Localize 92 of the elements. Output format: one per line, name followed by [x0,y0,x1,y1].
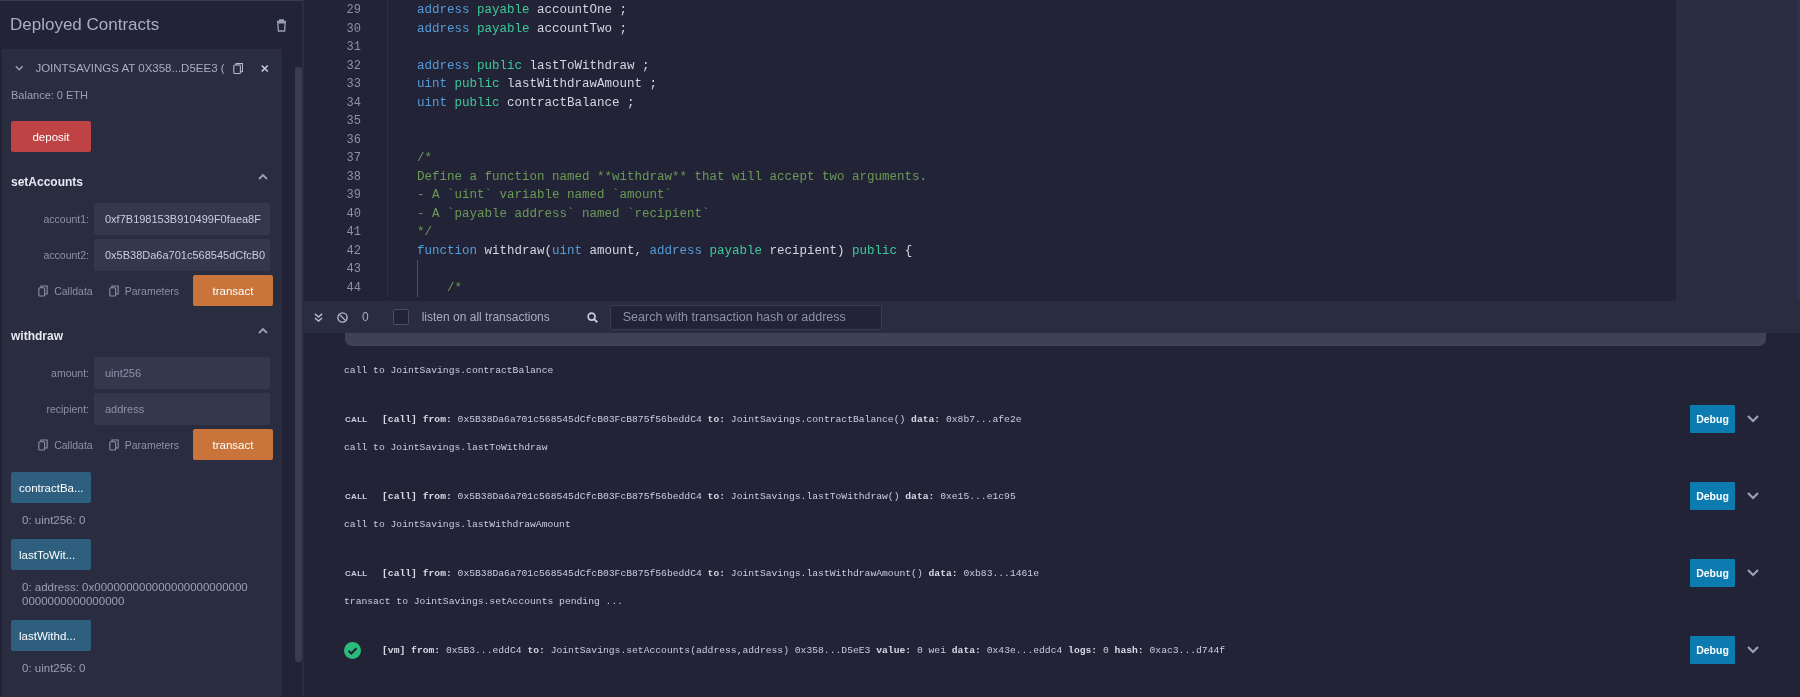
line-number: 35 [345,114,361,129]
line-number: 32 [345,58,361,73]
parameter-label: recipient: [45,403,90,415]
copy-link[interactable]: Calldata [34,284,97,297]
code-line: - A `uint` variable named `amount` [417,188,673,203]
line-number: 29 [345,3,361,18]
log-message: call to JointSavings.lastToWithdraw [344,441,549,455]
line-number: 37 [345,151,361,166]
function-button[interactable]: contractBa... [11,472,91,503]
log-message: call to JointSavings.contractBalance [344,364,555,378]
line-number: 33 [345,77,361,92]
code-line: address public lastToWithdraw ; [417,58,650,73]
line-number: 43 [345,262,361,277]
function-button[interactable]: lastToWit... [11,539,91,570]
chevron-icon[interactable] [15,65,24,71]
code-line: function withdraw(uint amount, address payable recipient) public { [417,243,913,258]
checkbox[interactable] [392,309,409,325]
caret-icon[interactable] [258,174,268,180]
balance-text: Balance: 0 ETH [11,89,90,103]
trash-icon[interactable] [276,18,287,32]
scrollbar[interactable] [295,67,302,662]
debug-button[interactable]: Debug [1690,559,1735,587]
debug-button[interactable]: Debug [1690,405,1735,433]
call-label: CALL [345,414,368,424]
copy-icon [108,438,119,451]
line-number: 39 [345,188,361,203]
success-check-icon [344,641,361,659]
checkbox-label: listen on all transactions [421,310,550,324]
close-icon[interactable] [261,63,269,73]
debug-button[interactable]: Debug [1690,482,1735,510]
transaction-details: [call] from: 0x5B38Da6a701c568545dCfcB03FcB875f56beddC4 to: JointSavings.lastToWithdraw() data: 0xe15...e1c95 [382,490,1017,502]
line-number: 41 [345,225,361,240]
line-number: 40 [345,206,361,221]
pending-count: 0 [362,310,369,324]
copy-link[interactable]: Parameters [104,284,183,297]
call-label: CALL [345,491,368,501]
caret-icon[interactable] [258,328,268,334]
chevron-icon[interactable] [1747,646,1759,654]
copy-icon [108,284,119,297]
function-button[interactable]: deposit [11,121,91,152]
copy-icon [38,284,49,297]
code-line: Define a function named **withdraw** that will accept two arguments. [417,169,928,184]
function-button[interactable]: lastWithd... [11,620,91,651]
code-line: uint public lastWithdrawAmount ; [417,77,658,92]
call-label: CALL [345,568,368,578]
transaction-details: [call] from: 0x5B38Da6a701c568545dCfcB03FcB875f56beddC4 to: JointSavings.lastWithdrawAmount() data: 0xb83...1461e [382,567,1040,579]
line-number: 44 [345,280,361,295]
call-result: 0: uint256: 0 [22,513,87,527]
line-number: 31 [345,40,361,55]
clear-icon[interactable] [337,311,348,323]
copy-icon [38,438,49,451]
log-message: transact to JointSavings.setAccounts pending ... [344,595,625,609]
search-icon [586,311,598,323]
code-line: - A `payable address` named `recipient` [417,206,710,221]
panel-title: Deployed Contracts [10,15,160,35]
transaction-details: [call] from: 0x5B38Da6a701c568545dCfcB03FcB875f56beddC4 to: JointSavings.contractBalance() data: 0x8b7...afe2e [382,413,1023,425]
line-number: 34 [345,95,361,110]
input-field[interactable]: address [94,393,270,425]
code-line: address payable accountOne ; [417,3,628,18]
input-field[interactable]: 0x5B38Da6a701c568545dCfcB0 [94,239,270,271]
parameter-label: amount: [50,367,90,379]
copy-icon[interactable] [232,60,244,76]
code-line: */ [417,225,432,240]
input-field[interactable]: uint256 [94,357,270,389]
line-number: 42 [345,243,361,258]
copy-link[interactable]: Calldata [34,438,97,451]
search-field[interactable]: Search with transaction hash or address [609,304,882,330]
code-line: /* [417,151,432,166]
function-name: setAccounts [11,175,84,189]
chevron-icon[interactable] [1747,492,1759,500]
transact-button[interactable]: transact [193,429,273,460]
function-name: withdraw [11,329,63,343]
call-result: 0: address: 0x0000000000000000000000000000000000000000 [22,580,249,608]
transaction-details: [vm] from: 0x5B3...eddC4 to: JointSavings.setAccounts(address,address) 0x358...D5eE3 value: 0 wei data: 0x43e...eddc4 logs: 0 hash: 0xac3...d744f [382,644,1227,656]
log-message: call to JointSavings.lastWithdrawAmount [344,518,572,532]
code-line: address payable accountTwo ; [417,21,628,36]
transact-button[interactable]: transact [193,275,273,306]
contract-title: JOINTSAVINGS AT 0X358...D5EE3 ( [35,62,225,74]
code-line: uint public contractBalance ; [417,95,635,110]
chevron-icon[interactable] [1747,415,1759,423]
collapse-icon[interactable] [314,312,323,322]
line-number: 38 [345,169,361,184]
call-result: 0: uint256: 0 [22,661,87,675]
input-field[interactable]: 0xf7B198153B910499F0faea8F [94,203,270,235]
parameter-label: account1: [42,213,90,225]
debug-button[interactable]: Debug [1690,636,1735,664]
chevron-icon[interactable] [1747,569,1759,577]
copy-link[interactable]: Parameters [104,438,183,451]
parameter-label: account2: [42,249,90,261]
line-number: 30 [345,21,361,36]
code-line: /* [446,280,462,295]
line-number: 36 [345,132,361,147]
